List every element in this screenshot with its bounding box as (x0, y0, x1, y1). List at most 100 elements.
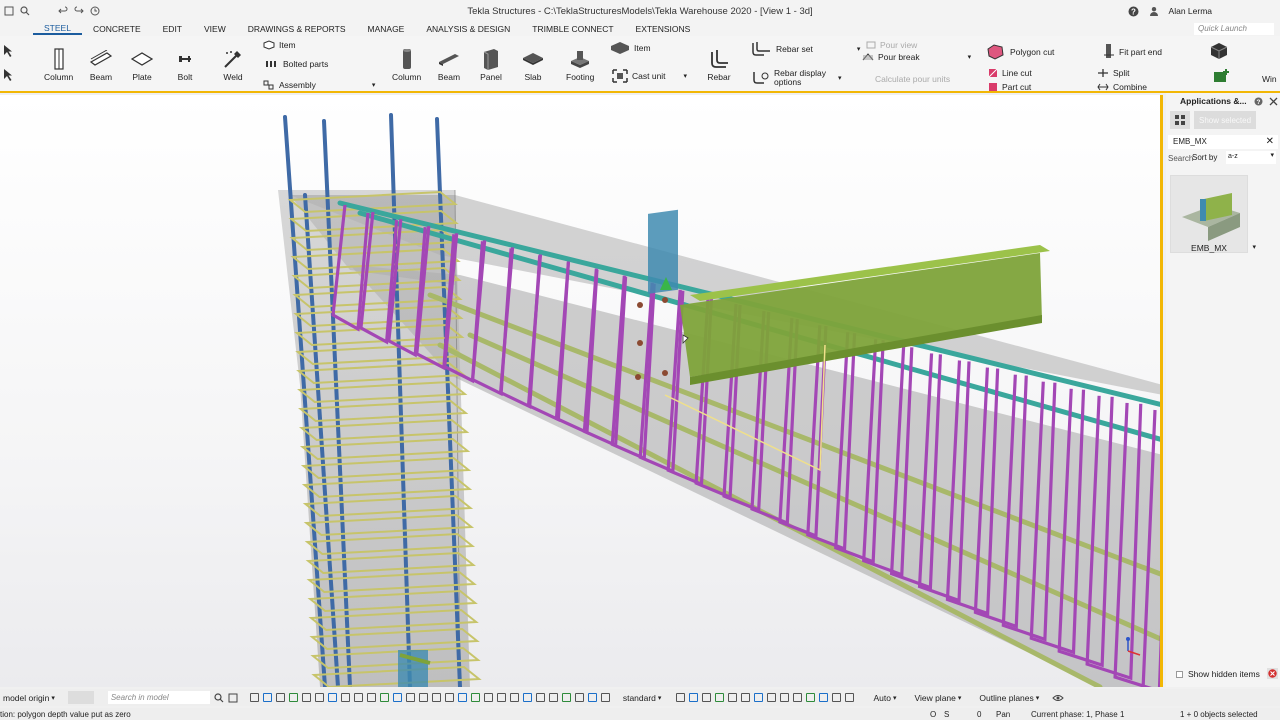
search-icon[interactable] (214, 692, 224, 703)
help-icon[interactable]: ? (1128, 6, 1139, 17)
selection-switch-icon[interactable] (392, 693, 402, 702)
view-switch-icon[interactable] (780, 693, 790, 702)
outline-planes-select[interactable]: Outline planes ▾ (976, 693, 1042, 703)
selection-switch-icon[interactable] (600, 693, 610, 702)
history-icon[interactable] (90, 6, 100, 16)
selection-switch-icon[interactable] (262, 693, 272, 702)
bolted-parts-button[interactable]: Bolted parts (265, 59, 328, 69)
selection-switch-icon[interactable] (379, 693, 389, 702)
close-icon[interactable] (1269, 97, 1278, 106)
menu-analysis-design[interactable]: ANALYSIS & DESIGN (415, 24, 521, 34)
view-switch-icon[interactable] (793, 693, 803, 702)
selection-switch-icon[interactable] (353, 693, 363, 702)
rebar-display-options-button[interactable]: Rebar display options ▾ (752, 69, 842, 87)
sort-select[interactable]: a-z ▾ (1226, 151, 1276, 164)
menu-trimble-connect[interactable]: TRIMBLE CONNECT (521, 24, 624, 34)
part-cut-button[interactable]: Part cut (988, 82, 1031, 92)
selection-switch-icon[interactable] (457, 693, 467, 702)
concrete-column-button[interactable]: Column (392, 46, 421, 82)
selection-switch-icon[interactable] (249, 693, 259, 702)
selection-switch-icon[interactable] (522, 693, 532, 702)
selection-switch-icon[interactable] (587, 693, 597, 702)
clear-search-icon[interactable]: ✕ (1266, 135, 1274, 149)
find-options-icon[interactable] (228, 693, 238, 703)
select-options-icon[interactable] (2, 68, 16, 82)
user-name[interactable]: Alan Lerma (1169, 6, 1212, 16)
rebar-button[interactable]: Rebar (707, 46, 731, 82)
view-switch-icon[interactable] (715, 693, 725, 702)
fit-part-end-button[interactable]: Fit part end (1103, 43, 1162, 61)
cube-tool-button[interactable] (1208, 41, 1230, 61)
concrete-item-button[interactable]: Item (610, 41, 651, 55)
search-icon[interactable] (20, 6, 30, 16)
selection-switch-icon[interactable] (483, 693, 493, 702)
add-part-button[interactable] (1212, 68, 1230, 84)
selection-switch-icon[interactable] (561, 693, 571, 702)
standard-select[interactable]: standard ▾ (620, 693, 665, 703)
view-switch-icon[interactable] (754, 693, 764, 702)
selection-switch-icon[interactable] (314, 693, 324, 702)
cast-unit-button[interactable]: Cast unit ▾ (612, 69, 687, 83)
close-panel-icon[interactable] (1267, 668, 1278, 679)
steel-beam-button[interactable]: Beam (89, 46, 113, 82)
select-arrow-icon[interactable] (2, 44, 16, 58)
assembly-dropdown-icon[interactable]: ▾ (372, 81, 376, 89)
calculate-pour-units-button[interactable]: Calculate pour units (875, 74, 950, 84)
steel-weld-button[interactable]: Weld (221, 46, 245, 82)
selection-switch-icon[interactable] (444, 693, 454, 702)
concrete-footing-button[interactable]: Footing (566, 46, 594, 82)
item-options-icon[interactable]: ▾ (1252, 243, 1256, 251)
menu-steel[interactable]: STEEL (33, 23, 82, 35)
selection-switch-icon[interactable] (275, 693, 285, 702)
selection-switch-icon[interactable] (366, 693, 376, 702)
selection-switch-icon[interactable] (288, 693, 298, 702)
view-switch-icon[interactable] (676, 693, 686, 702)
user-icon[interactable] (1149, 6, 1159, 16)
rebar-set-button[interactable]: Rebar set ▾ (750, 41, 860, 57)
steel-plate-button[interactable]: Plate (130, 46, 154, 82)
concrete-beam-button[interactable]: Beam (437, 46, 461, 82)
view-switch-icon[interactable] (832, 693, 842, 702)
quick-launch-input[interactable]: Quick Launch (1194, 23, 1274, 35)
model-3d-view[interactable] (0, 95, 1163, 687)
help-icon[interactable]: ? (1254, 97, 1263, 106)
rebar-display-dropdown-icon[interactable]: ▾ (838, 74, 842, 82)
selection-switch-icon[interactable] (548, 693, 558, 702)
view-switch-icon[interactable] (689, 693, 699, 702)
concrete-panel-button[interactable]: Panel (479, 46, 503, 82)
search-in-model-input[interactable]: Search in model (107, 691, 210, 704)
steel-bolt-button[interactable]: Bolt (173, 46, 197, 82)
selection-switch-icon[interactable] (470, 693, 480, 702)
view-switch-icon[interactable] (728, 693, 738, 702)
view-switch-icon[interactable] (767, 693, 777, 702)
auto-select[interactable]: Auto ▾ (870, 693, 899, 703)
undo-icon[interactable] (58, 6, 68, 16)
view-switch-icon[interactable] (845, 693, 855, 702)
selection-switch-icon[interactable] (405, 693, 415, 702)
panel-search-input[interactable]: EMB_MX ✕ (1168, 135, 1278, 149)
grid-view-icon[interactable] (1170, 111, 1190, 129)
selection-switch-icon[interactable] (574, 693, 584, 702)
menu-concrete[interactable]: CONCRETE (82, 24, 152, 34)
emb-mx-thumbnail[interactable] (1170, 175, 1248, 253)
polygon-cut-button[interactable]: Polygon cut (986, 43, 1054, 61)
view-switch-icon[interactable] (741, 693, 751, 702)
view-plane-select[interactable]: View plane ▾ (911, 693, 964, 703)
selection-switch-icon[interactable] (301, 693, 311, 702)
view-switch-icon[interactable] (702, 693, 712, 702)
menu-manage[interactable]: MANAGE (357, 24, 416, 34)
selection-switch-icon[interactable] (509, 693, 519, 702)
selection-switch-icon[interactable] (340, 693, 350, 702)
menu-view[interactable]: VIEW (193, 24, 237, 34)
show-hidden-toggle[interactable]: Show hidden items (1176, 669, 1260, 679)
cast-unit-dropdown-icon[interactable]: ▾ (684, 72, 688, 80)
status-phase[interactable]: Current phase: 1, Phase 1 (1031, 710, 1124, 719)
steel-item-button[interactable]: Item (263, 40, 296, 50)
rebar-set-dropdown-icon[interactable]: ▾ (857, 45, 861, 53)
origin-select[interactable]: model origin ▾ (0, 693, 58, 703)
emb-mx-label[interactable]: EMB_MX ▾ (1170, 243, 1256, 253)
redo-icon[interactable] (74, 6, 84, 16)
line-cut-button[interactable]: Line cut (988, 68, 1032, 78)
menu-drawings-reports[interactable]: DRAWINGS & REPORTS (237, 24, 357, 34)
model-viewport[interactable] (0, 95, 1163, 687)
